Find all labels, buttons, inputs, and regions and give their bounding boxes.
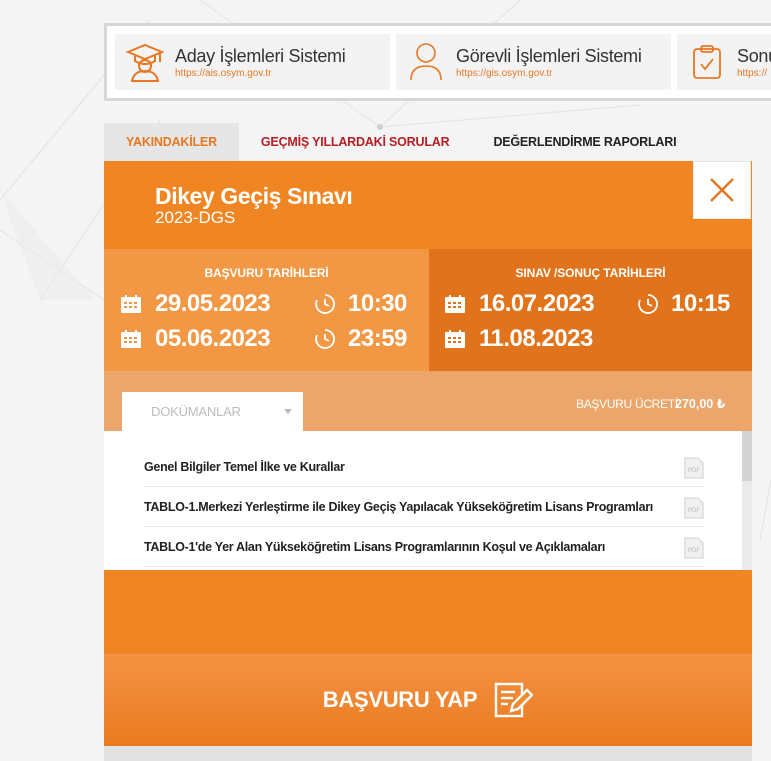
bottom-strip [104,746,752,761]
system-url[interactable]: https://ais.osym.gov.tr [175,68,345,79]
system-url[interactable]: https:// [737,68,771,79]
pdf-icon[interactable]: PDF [684,537,704,559]
start-time-text: 10:30 [348,290,407,317]
graduate-icon [125,42,165,82]
documents-strip: DOKÜMANLAR BAŞVURU ÜCRETİ 270,00 ₺ [104,371,752,431]
documents-tab-label: DOKÜMANLAR [151,404,241,419]
exam-tabs: YAKINDAKİLER GEÇMİŞ YILLARDAKİ SORULAR D… [104,123,698,161]
fee-label: BAŞVURU ÜCRETİ [576,397,678,411]
exam-time: 10:15 [637,290,730,318]
system-card-ais[interactable]: Aday İşlemleri Sistemi https://ais.osym.… [115,34,390,90]
clock-icon [315,329,335,349]
caret-down-icon [283,409,292,414]
spacer-block [104,570,752,654]
application-end-time: 23:59 [314,325,407,353]
tab-past-questions[interactable]: GEÇMİŞ YILLARDAKİ SORULAR [239,123,472,161]
scrollbar-thumb[interactable] [742,431,752,481]
document-label[interactable]: TABLO-1'de Yer Alan Yükseköğretim Lisans… [144,540,605,554]
documents-scrollbar[interactable] [742,431,752,570]
svg-text:PDF: PDF [688,508,700,514]
systems-bar: Aday İşlemleri Sistemi https://ais.osym.… [104,23,771,101]
form-edit-icon [495,682,534,718]
documents-list: Genel Bilgiler Temel İlke ve Kurallar PD… [104,431,752,570]
tab-evaluation-reports[interactable]: DEĞERLENDİRME RAPORLARI [471,123,698,161]
document-label[interactable]: Genel Bilgiler Temel İlke ve Kurallar [144,460,345,474]
result-date-row: 11.08.2023 [445,325,593,353]
close-button[interactable] [693,161,751,219]
document-item[interactable]: TABLO-1'de Yer Alan Yükseköğretim Lisans… [144,527,704,567]
application-start-date: 29.05.2023 [155,290,271,317]
calendar-icon [445,295,465,313]
pdf-icon[interactable]: PDF [684,457,704,479]
apply-button-label: BAŞVURU YAP [322,687,478,712]
svg-text:PDF: PDF [688,468,700,474]
exam-time-text: 10:15 [671,290,730,317]
exam-title: Dikey Geçiş Sınavı [155,183,353,209]
calendar-icon [121,330,141,348]
system-url[interactable]: https://gis.osym.gov.tr [456,68,642,79]
application-end: 05.06.2023 [121,325,271,353]
system-card-sonuc[interactable]: Sonuç https:// [677,34,771,90]
system-name: Sonuç [737,45,771,66]
end-time-text: 23:59 [348,325,407,352]
application-dates: BAŞVURU TARİHLERİ 29.05.2023 10:30 05.06… [104,249,429,371]
exam-panel: Dikey Geçiş Sınavı 2023-DGS BAŞVURU TARİ… [104,161,752,761]
document-item[interactable]: Genel Bilgiler Temel İlke ve Kurallar PD… [144,447,704,487]
fee-value: 270,00 ₺ [675,397,726,411]
clock-icon [638,294,658,314]
system-name: Görevli İşlemleri Sistemi [456,45,642,66]
system-card-gis[interactable]: Görevli İşlemleri Sistemi https://gis.os… [396,34,671,90]
system-name: Aday İşlemleri Sistemi [175,45,346,66]
pdf-icon[interactable]: PDF [684,497,704,519]
svg-text:PDF: PDF [688,548,700,554]
exam-code: 2023-DGS [155,208,236,227]
result-date: 11.08.2023 [479,325,593,352]
document-label[interactable]: TABLO-1.Merkezi Yerleştirme ile Dikey Ge… [144,500,653,514]
clock-icon [315,294,335,314]
application-dates-heading: BAŞVURU TARİHLERİ [204,266,329,280]
exam-date-row: 16.07.2023 [445,290,595,318]
calendar-icon [121,295,141,313]
clipboard-check-icon [687,42,727,82]
application-start-time: 10:30 [314,290,407,318]
close-icon [710,178,734,202]
user-icon [406,42,446,82]
document-item[interactable]: TABLO-1.Merkezi Yerleştirme ile Dikey Ge… [144,487,704,527]
tab-upcoming[interactable]: YAKINDAKİLER [104,123,239,161]
application-start: 29.05.2023 [121,290,271,318]
documents-dropdown[interactable]: DOKÜMANLAR [122,392,303,431]
exam-header: Dikey Geçiş Sınavı 2023-DGS [104,161,752,249]
calendar-icon [445,330,465,348]
application-end-date: 05.06.2023 [155,325,271,352]
exam-dates: SINAV /SONUÇ TARİHLERİ 16.07.2023 10:15 … [429,249,752,371]
exam-date: 16.07.2023 [479,290,595,317]
apply-button[interactable]: BAŞVURU YAP [104,654,752,746]
exam-dates-heading: SINAV /SONUÇ TARİHLERİ [515,266,666,280]
